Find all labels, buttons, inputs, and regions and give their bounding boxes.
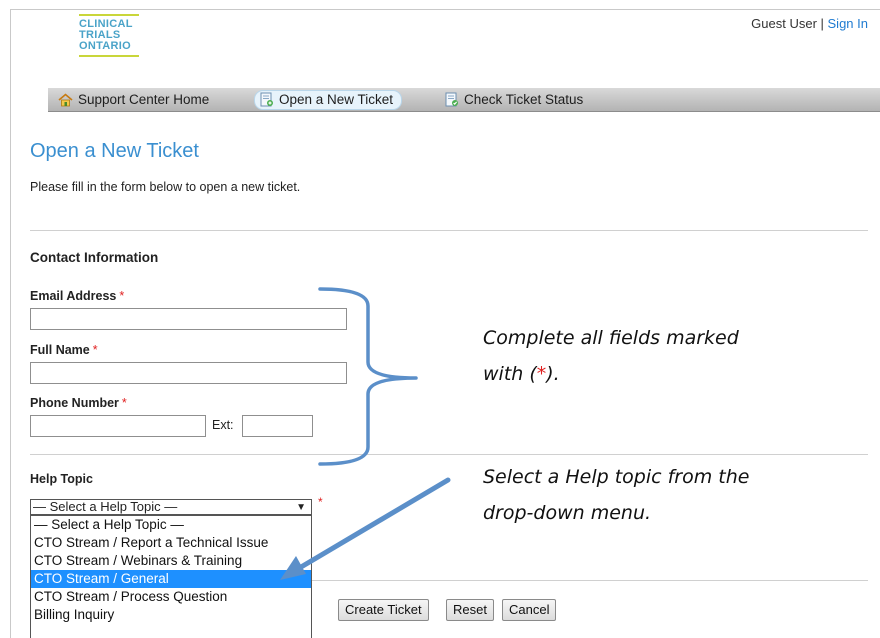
annotation-arrow-shaft [293,477,451,573]
annotation-overlay [280,287,451,580]
annotation-arrow-head [280,556,306,580]
annotation-required-line-1: Complete all fields marked [483,327,739,349]
annotation-required-pre: with ( [483,363,537,385]
annotation-required-fields: Complete all fields marked with (*). [483,320,739,392]
annotation-topic-line-2: drop-down menu. [483,502,652,524]
annotation-required-post: ). [546,363,560,385]
annotation-help-topic: Select a Help topic from the drop-down m… [483,459,749,531]
annotation-topic-line-1: Select a Help topic from the [483,466,750,488]
annotation-brace [318,287,418,466]
annotation-required-line-2: with (*). [483,356,739,392]
annotation-required-star: * [536,363,547,385]
